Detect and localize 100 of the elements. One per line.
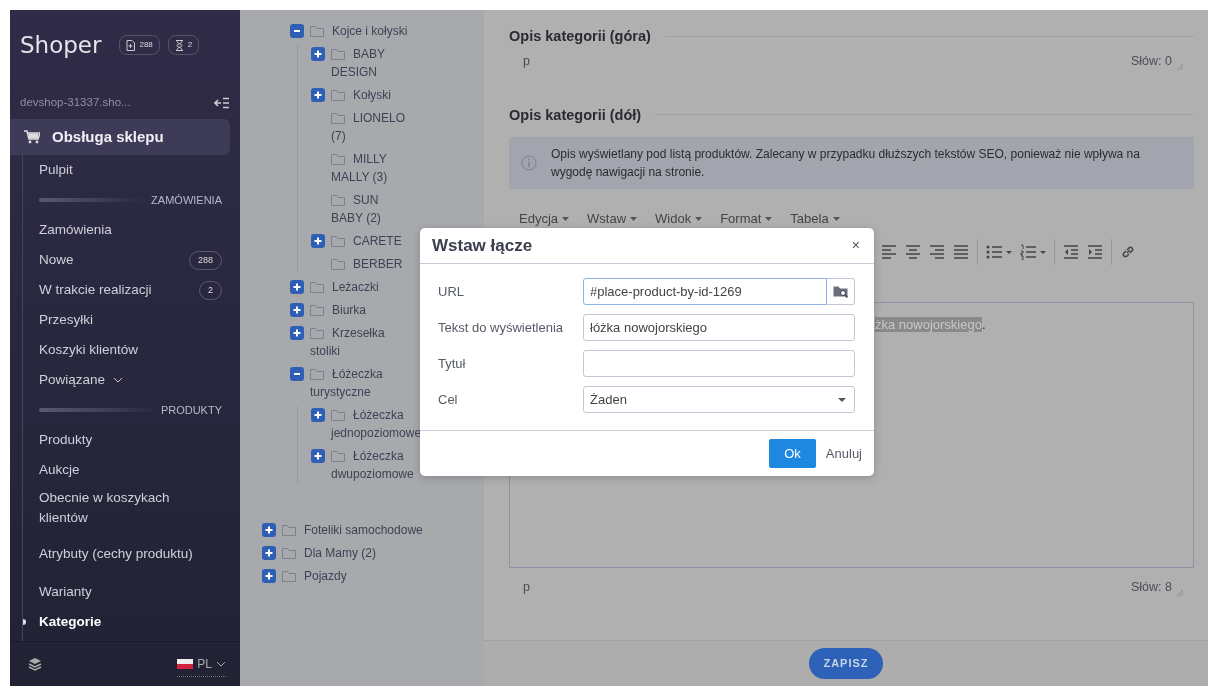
select-field[interactable]: Żaden (583, 386, 855, 413)
chevron-icon (113, 377, 124, 384)
category-label[interactable]: Foteliki samochodowe (282, 521, 432, 539)
category-label[interactable]: Kojce i kołyski (310, 22, 418, 40)
resize-grip-icon[interactable] (1176, 589, 1184, 597)
caret-icon (832, 216, 840, 221)
text-field[interactable]: łóżka nowojorskiego (583, 314, 855, 341)
dialog-title: Wstaw łącze (432, 234, 533, 257)
category-label[interactable]: Łóżeczka turystyczne (310, 365, 418, 401)
folder-icon (331, 48, 345, 60)
menu-button[interactable]: Format (720, 208, 773, 229)
category-label[interactable]: Kołyski (331, 86, 397, 104)
expand-toggle[interactable] (290, 280, 304, 294)
folder-icon (331, 153, 345, 165)
caret-icon (765, 216, 773, 221)
folder-icon (310, 327, 324, 339)
category-label[interactable]: LIONELO (7) (331, 109, 406, 145)
expand-toggle[interactable] (311, 234, 325, 248)
menu-item[interactable]: W trakcie realizacji (39, 280, 152, 301)
justify-icon[interactable] (953, 244, 969, 261)
folder-icon (282, 547, 296, 559)
ok-button[interactable]: Ok (769, 438, 816, 469)
expand-toggle[interactable] (262, 546, 276, 560)
category-label[interactable]: Krzesełka stoliki (310, 324, 418, 360)
field-label: Cel (438, 390, 459, 409)
flag-icon (177, 658, 194, 669)
align-right-icon[interactable] (929, 244, 945, 261)
menu-item[interactable]: Kategorie (39, 612, 102, 633)
category-label[interactable]: Łóżeczka jednopoziomowe (331, 406, 422, 442)
expand-toggle[interactable] (311, 47, 325, 61)
resize-grip-icon[interactable] (1176, 62, 1184, 71)
caret-icon (838, 397, 846, 402)
expand-toggle[interactable] (290, 367, 304, 381)
document-icon (126, 39, 136, 51)
folder-icon (331, 194, 345, 206)
expand-toggle[interactable] (290, 326, 304, 340)
hourglass-icon (174, 39, 184, 51)
collapse-menu-icon[interactable] (214, 96, 230, 109)
editor-text: żka nowojorskiego. (875, 316, 987, 335)
menu-button[interactable]: Wstaw (587, 208, 638, 229)
category-label[interactable]: Biurka (310, 301, 418, 319)
category-label[interactable]: Łóżeczka dwupoziomowe (331, 447, 414, 483)
word-count: Słów: 8 (1131, 579, 1172, 597)
expand-toggle[interactable] (311, 88, 325, 102)
folder-icon (282, 570, 296, 582)
menu-item[interactable]: Aukcje (39, 460, 80, 481)
layers-icon[interactable] (28, 657, 42, 671)
outdent-icon[interactable] (1063, 244, 1079, 261)
menu-item[interactable]: Nowe (39, 250, 74, 271)
bullet-list-icon[interactable] (986, 244, 1012, 261)
align-left-icon[interactable] (881, 244, 897, 261)
expand-toggle[interactable] (311, 449, 325, 463)
shop-name: devshop-31337.sho... (20, 95, 131, 110)
align-center-icon[interactable] (905, 244, 921, 261)
caret-icon (562, 216, 570, 221)
category-label[interactable]: MILLY MALLY (3) (331, 150, 397, 186)
menu-item[interactable]: Powiązane (39, 370, 124, 391)
close-button[interactable]: × (849, 235, 862, 256)
save-button[interactable]: ZAPISZ (809, 648, 883, 679)
expand-toggle[interactable] (262, 569, 276, 583)
menu-item[interactable]: Koszyki klientów (39, 340, 139, 361)
menu-item[interactable]: Pulpit (39, 160, 73, 181)
expand-toggle[interactable] (262, 523, 276, 537)
folder-icon (310, 304, 324, 316)
category-label[interactable]: Dla Mamy (2) (282, 544, 432, 562)
language-selector[interactable]: PL (177, 651, 226, 677)
cancel-link[interactable]: Anuluj (825, 443, 862, 464)
menu-section[interactable]: Obsługa sklepu (10, 119, 230, 156)
menu-button[interactable]: Widok (655, 208, 703, 229)
menu-item[interactable]: Zamówienia (39, 220, 112, 241)
expand-toggle[interactable] (311, 408, 325, 422)
section-title: Opis kategorii (góra) (509, 26, 1194, 46)
menu-item[interactable]: Warianty (39, 582, 92, 603)
field-label: URL (438, 282, 465, 301)
numbered-list-icon[interactable] (1020, 244, 1046, 261)
menu-button[interactable]: Tabela (790, 208, 840, 229)
browse-button[interactable] (827, 278, 855, 305)
indent-icon[interactable] (1087, 244, 1103, 261)
word-count: Słów: 0 (1131, 53, 1172, 70)
menu-item[interactable]: Produkty (39, 430, 93, 451)
menu-item[interactable]: Atrybuty (cechy produktu) (39, 544, 193, 565)
expand-toggle[interactable] (290, 24, 304, 38)
text-field[interactable] (583, 350, 855, 377)
category-label[interactable]: Pojazdy (282, 567, 432, 585)
category-label[interactable]: BERBER (331, 255, 403, 273)
category-label[interactable]: SUN BABY (2) (331, 191, 397, 227)
folder-icon (331, 112, 345, 124)
menu-item[interactable]: Przesyłki (39, 310, 93, 331)
section-header: ZAMÓWIENIA (151, 193, 222, 208)
url-field[interactable]: #place-product-by-id-1269 (583, 278, 827, 305)
counter-badge[interactable]: 2 (167, 35, 200, 55)
menu-item[interactable]: Obecnie w koszykach klientów (39, 488, 199, 529)
field-label: Tekst do wyświetlenia (438, 318, 564, 337)
folder-search-icon (832, 284, 849, 299)
category-label[interactable]: BABY DESIGN (331, 45, 397, 81)
counter-badge[interactable]: 288 (119, 35, 160, 55)
expand-toggle[interactable] (290, 303, 304, 317)
category-label[interactable]: CARETE (331, 232, 402, 250)
menu-button[interactable]: Edycja (519, 208, 570, 229)
category-label[interactable]: Leżaczki (310, 278, 418, 296)
